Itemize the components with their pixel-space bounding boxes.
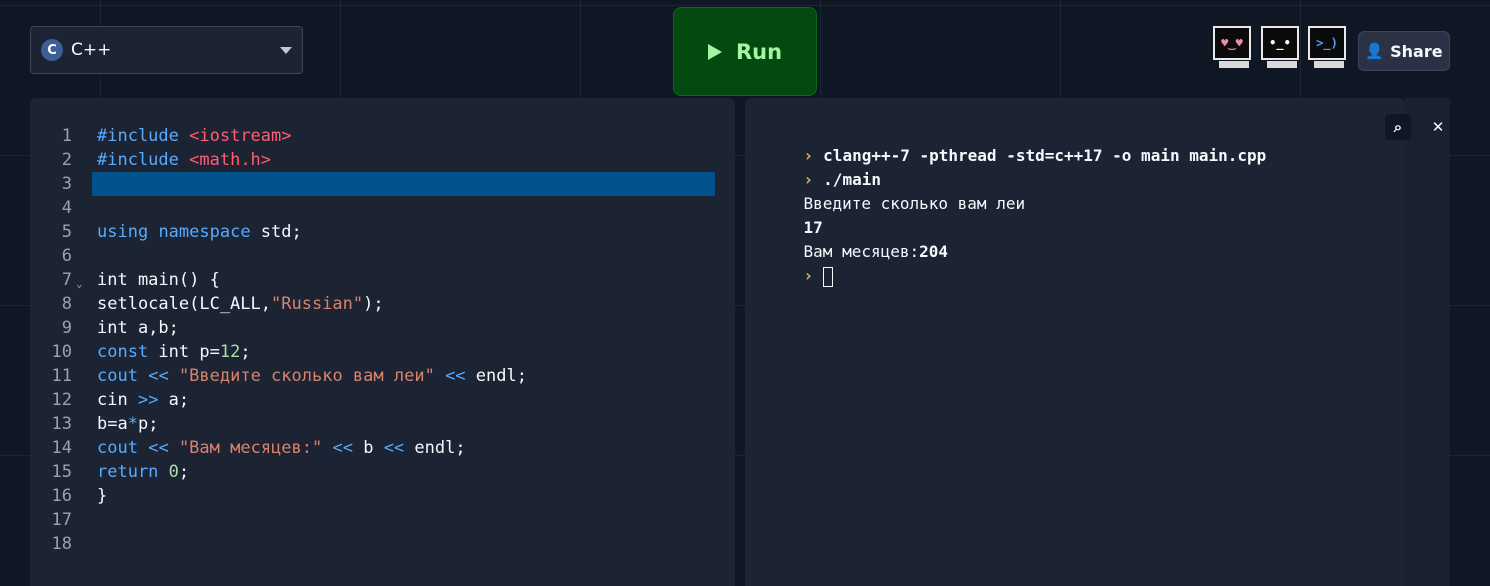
- code-text: }: [97, 486, 108, 506]
- line-number: 12: [51, 390, 72, 410]
- line-number: 10: [51, 342, 72, 362]
- avatar-base: [1267, 61, 1297, 68]
- console-toolbar: ⌕ ✕: [1385, 114, 1451, 140]
- code-line[interactable]: 3: [30, 172, 730, 196]
- avatar-face: •_•: [1261, 26, 1299, 60]
- search-icon[interactable]: ⌕: [1385, 114, 1411, 140]
- line-number: 15: [51, 462, 72, 482]
- code-line[interactable]: 4: [30, 196, 730, 220]
- line-number: 5: [61, 222, 72, 242]
- user-plus-icon: 👤: [1365, 42, 1385, 60]
- line-number: 4: [61, 198, 72, 218]
- run-button[interactable]: Run: [673, 7, 817, 96]
- code-line[interactable]: 18: [30, 532, 730, 556]
- code-text: cout << "Вам месяцев:" << b << endl;: [97, 438, 466, 458]
- code-line[interactable]: 7 ⌄ int main() {: [30, 268, 730, 292]
- line-number: 2: [61, 150, 72, 170]
- code-line[interactable]: 9 int a,b;: [30, 316, 730, 340]
- line-number: 11: [51, 366, 72, 386]
- console-output-line: Вам месяцев:204: [765, 216, 949, 261]
- code-text: using namespace std;: [97, 222, 302, 242]
- code-line[interactable]: 10 const int p=12;: [30, 340, 730, 364]
- line-number: 16: [51, 486, 72, 506]
- console-cursor: [823, 266, 834, 287]
- code-line[interactable]: 5 using namespace std;: [30, 220, 730, 244]
- cpp-logo-icon: C: [41, 39, 63, 61]
- code-line[interactable]: 14 cout << "Вам месяцев:" << b << endl;: [30, 436, 730, 460]
- line-number: 9: [61, 318, 72, 338]
- code-line[interactable]: 1 #include <iostream>: [30, 124, 730, 148]
- code-line[interactable]: 17: [30, 508, 730, 532]
- code-text: cin >> a;: [97, 390, 190, 410]
- language-label: C++: [71, 40, 112, 60]
- code-text: b=a*p;: [97, 414, 159, 434]
- line-number: 1: [61, 126, 72, 146]
- code-text: return 0;: [97, 462, 190, 482]
- code-line[interactable]: 13 b=a*p;: [30, 412, 730, 436]
- code-text: setlocale(LC_ALL,"Russian");: [97, 294, 384, 314]
- code-text: #include <iostream>: [97, 126, 292, 146]
- code-line[interactable]: 11 cout << "Введите сколько вам леи" << e…: [30, 364, 730, 388]
- console-command-line: › ./main: [765, 144, 881, 189]
- avatar-face: >_): [1308, 26, 1346, 60]
- line-number: 8: [61, 294, 72, 314]
- line-number: 14: [51, 438, 72, 458]
- code-line[interactable]: 12 cin >> a;: [30, 388, 730, 412]
- console-input-line: 17: [765, 192, 823, 237]
- line-number: 18: [51, 534, 72, 554]
- avatar-prompt[interactable]: >_): [1308, 26, 1350, 70]
- line-number: 6: [61, 246, 72, 266]
- code-line[interactable]: 6: [30, 244, 730, 268]
- share-button[interactable]: 👤 Share: [1358, 31, 1450, 71]
- line-number: 7: [61, 270, 72, 290]
- code-text: int main() {: [97, 270, 220, 290]
- code-line[interactable]: 2 #include <math.h>: [30, 148, 730, 172]
- language-selector[interactable]: C C++: [30, 26, 303, 74]
- code-line[interactable]: 16}: [30, 484, 730, 508]
- play-icon: [707, 43, 722, 60]
- console-prompt-line[interactable]: ›: [765, 240, 834, 287]
- code-text: const int p=12;: [97, 342, 251, 362]
- code-line[interactable]: 15 return 0;: [30, 460, 730, 484]
- share-label: Share: [1390, 41, 1443, 61]
- line-number: 17: [51, 510, 72, 530]
- avatar-base: [1314, 61, 1344, 68]
- console-text: Введите сколько вам леи: [803, 194, 1026, 213]
- avatar-neutral[interactable]: •_•: [1261, 26, 1303, 70]
- avatar-heart-eyes[interactable]: ♥‿♥: [1213, 26, 1255, 70]
- close-icon[interactable]: ✕: [1425, 114, 1451, 140]
- console-command-line: › clang++-7 -pthread -std=c++17 -o main m…: [765, 120, 1267, 165]
- prompt-icon: ›: [803, 266, 814, 285]
- code-line[interactable]: 8 setlocale(LC_ALL,"Russian");: [30, 292, 730, 316]
- line-number: 3: [61, 174, 72, 194]
- console-result: 204: [919, 242, 949, 261]
- panel-edge: [1405, 98, 1450, 586]
- chevron-down-icon: [280, 46, 292, 54]
- console-command: clang++-7 -pthread -std=c++17 -o main ma…: [823, 146, 1267, 165]
- avatar-face: ♥‿♥: [1213, 26, 1251, 60]
- avatar-base: [1219, 61, 1249, 68]
- code-text: cout << "Введите сколько вам леи" << end…: [97, 366, 527, 386]
- run-label: Run: [735, 39, 783, 64]
- code-text: int a,b;: [97, 318, 179, 338]
- code-text: #include <math.h>: [97, 150, 272, 170]
- line-number: 13: [51, 414, 72, 434]
- console-output-line: Введите сколько вам леи: [765, 168, 1026, 213]
